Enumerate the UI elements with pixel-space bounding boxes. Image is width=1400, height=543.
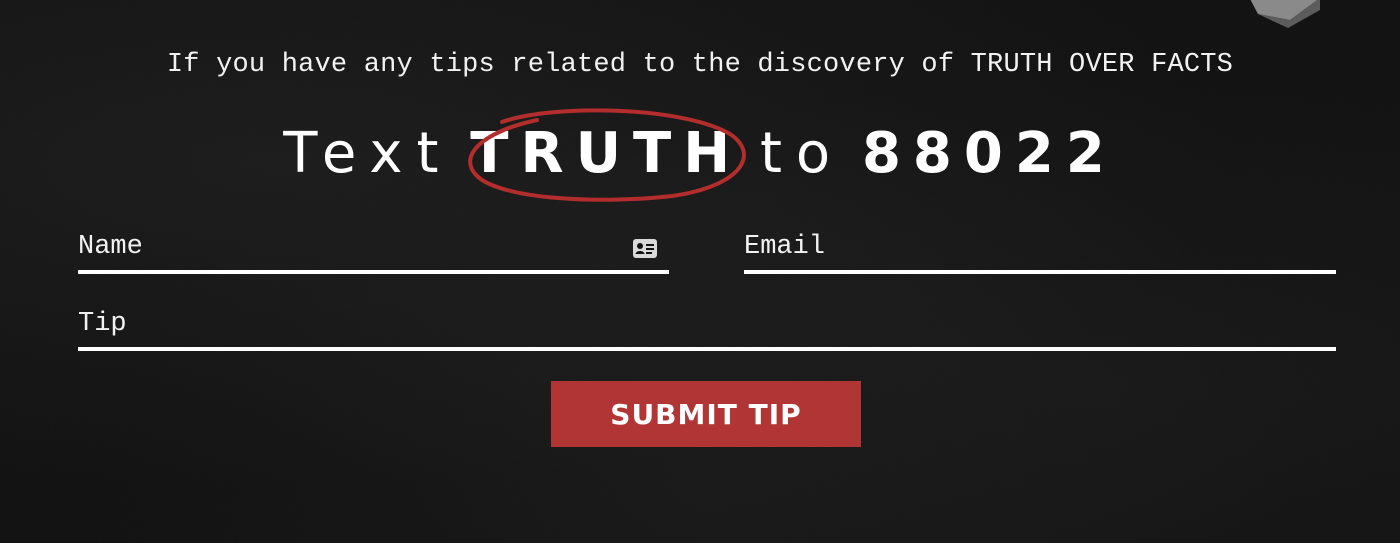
email-label: Email — [744, 232, 826, 262]
sms-headline: Text TRUTH to 88022 — [0, 108, 1400, 202]
tip-page: If you have any tips related to the disc… — [0, 0, 1400, 543]
headline-connector: to — [759, 121, 845, 186]
headline-number: 88022 — [861, 121, 1117, 186]
submit-tip-button[interactable]: SUBMIT TIP — [551, 381, 861, 447]
email-field[interactable]: Email — [744, 222, 1336, 274]
headline-keyword-wrap: TRUTH — [468, 108, 747, 202]
headline-prefix: Text — [283, 121, 453, 186]
contact-card-icon[interactable] — [633, 239, 657, 258]
headline-keyword: TRUTH — [470, 121, 743, 186]
name-label: Name — [78, 232, 143, 262]
paper-scrap-decoration — [1250, 0, 1320, 28]
intro-text: If you have any tips related to the disc… — [166, 50, 1234, 80]
tip-field[interactable]: Tip — [78, 298, 1336, 351]
name-field[interactable]: Name — [78, 222, 669, 274]
tip-label: Tip — [78, 309, 127, 339]
